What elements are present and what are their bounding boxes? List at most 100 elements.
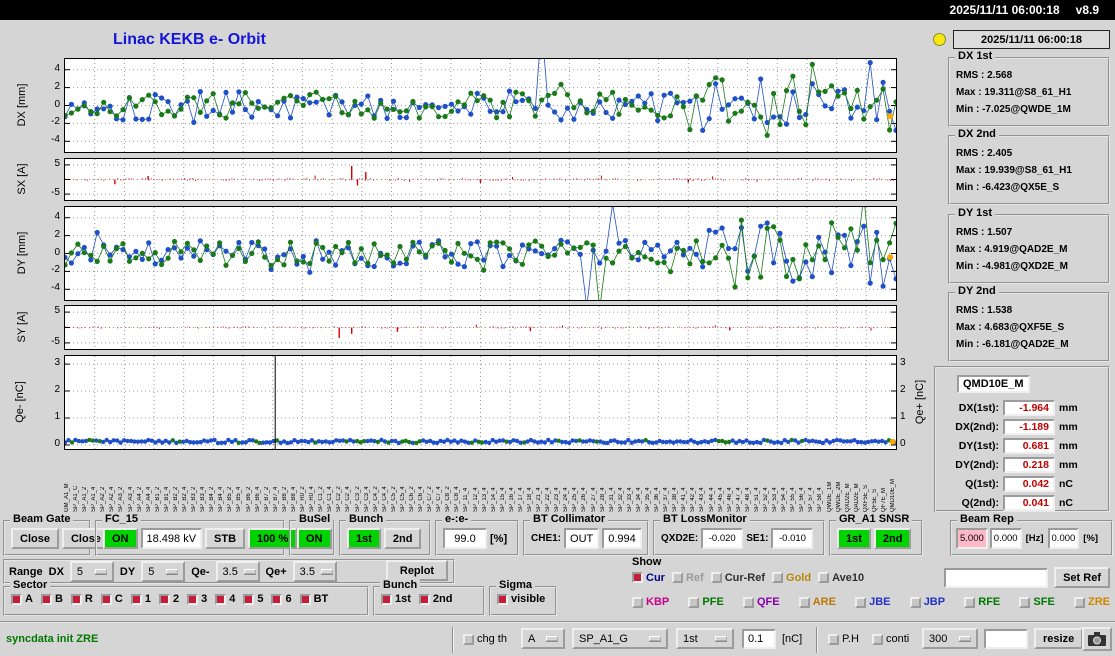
checkbox[interactable]: [158, 593, 170, 605]
sigma-toggle-visible[interactable]: visible: [497, 593, 545, 605]
resize-button[interactable]: resize: [1034, 628, 1084, 649]
sector-toggle-5[interactable]: 5: [243, 593, 263, 605]
checkbox[interactable]: [688, 596, 700, 608]
selected-value: A: [528, 632, 536, 645]
checkbox[interactable]: [187, 593, 199, 605]
show-toggle-cur-ref[interactable]: Cur-Ref: [710, 572, 765, 584]
busel-on-button[interactable]: ON: [297, 528, 332, 549]
show-toggle-gold[interactable]: Gold: [772, 572, 811, 584]
show-toggle-kbp[interactable]: KBP: [632, 596, 669, 608]
checkbox[interactable]: [742, 596, 754, 608]
range-select-dy[interactable]: 5: [141, 561, 186, 582]
checkbox[interactable]: [215, 593, 227, 605]
checkbox[interactable]: [798, 596, 810, 608]
status-indicator-light: [933, 33, 946, 46]
bt-collimator-extra-value: 0.994: [602, 528, 642, 549]
fc15-on-button[interactable]: ON: [103, 528, 138, 549]
sector-select[interactable]: A: [521, 628, 565, 649]
sector-toggle-6[interactable]: 6: [271, 593, 292, 605]
checkbox[interactable]: [818, 572, 830, 583]
conti-toggle[interactable]: conti: [872, 633, 909, 645]
checkbox[interactable]: [100, 593, 112, 605]
checkbox[interactable]: [872, 633, 883, 645]
bunch-select[interactable]: 1st: [676, 628, 734, 649]
sector-toggle-a[interactable]: A: [11, 593, 33, 605]
range-select-qe-[interactable]: 3.5: [215, 561, 260, 582]
checkbox[interactable]: [671, 572, 683, 583]
show-toggle-qfe[interactable]: QFE: [742, 596, 780, 608]
threshold-input[interactable]: [742, 629, 776, 649]
interval-select[interactable]: 300: [922, 628, 978, 649]
x-axis-label: SP_12_4: [472, 487, 479, 512]
bunch-toggle-1st[interactable]: 1st: [381, 593, 411, 605]
checkbox[interactable]: [70, 593, 82, 605]
range-select-qe-[interactable]: 3.5: [292, 561, 337, 582]
ph-toggle[interactable]: P.H: [828, 633, 859, 645]
checkbox[interactable]: [130, 593, 142, 605]
range-select-dx[interactable]: 5: [69, 561, 114, 582]
extra-input[interactable]: [984, 629, 1028, 649]
show-toggle-sfe[interactable]: SFE: [1019, 596, 1055, 608]
show-toggle-pfe[interactable]: PFE: [688, 596, 724, 608]
checkbox[interactable]: [964, 596, 976, 608]
show-toggle-rfe[interactable]: RFE: [964, 596, 1000, 608]
bunch-2nd-button[interactable]: 2nd: [383, 528, 422, 549]
sector-toggle-b[interactable]: B: [40, 593, 63, 605]
gr-snsr-2nd-button[interactable]: 2nd: [873, 528, 912, 549]
checkbox[interactable]: [909, 596, 921, 608]
show-toggle-zre[interactable]: ZRE: [1073, 596, 1110, 608]
monitor-select[interactable]: SP_A1_G: [572, 628, 668, 649]
sector-toggle-c[interactable]: C: [100, 593, 123, 605]
checkbox[interactable]: [299, 593, 311, 605]
checkbox[interactable]: [418, 593, 430, 605]
checkbox[interactable]: [632, 596, 643, 608]
checkbox[interactable]: [855, 596, 867, 608]
bunch-1st-button[interactable]: 1st: [347, 528, 381, 549]
checkbox[interactable]: [828, 633, 839, 645]
checkbox[interactable]: [463, 633, 474, 645]
sector-toggle-1[interactable]: 1: [130, 593, 151, 605]
show-toggle-jbe[interactable]: JBE: [855, 596, 891, 608]
show-toggle-cur[interactable]: Cur: [632, 572, 665, 584]
show-toggle-ave10[interactable]: Ave10: [818, 572, 864, 584]
checkbox-label: 2: [172, 593, 180, 605]
checkbox[interactable]: [497, 593, 508, 605]
show-toggle-ref[interactable]: Ref: [671, 572, 704, 584]
screenshot-button[interactable]: [1082, 627, 1112, 651]
bunch-toggle-2nd[interactable]: 2nd: [418, 593, 452, 605]
sector-toggle-2[interactable]: 2: [158, 593, 180, 605]
checkbox[interactable]: [243, 593, 255, 605]
range-axis-label-qe-: Qe+: [265, 565, 287, 578]
x-axis-label: SP_48_4: [744, 487, 751, 512]
ee-ratio-group-label: e-:e-: [442, 513, 472, 525]
sector-toggle-3[interactable]: 3: [187, 593, 207, 605]
checkbox[interactable]: [271, 593, 283, 605]
stat-box-dy-2nd: DY 2nd RMS : 1.538 Max : 4.683@QXF5E_S M…: [948, 285, 1110, 362]
checkbox[interactable]: [632, 572, 643, 583]
ref-name-input[interactable]: [944, 567, 1049, 588]
gr-snsr-1st-button[interactable]: 1st: [837, 528, 871, 549]
checkbox[interactable]: [1019, 596, 1031, 608]
checkbox[interactable]: [381, 593, 392, 605]
x-axis-label: SP_55_4: [790, 487, 797, 512]
checkbox[interactable]: [1073, 596, 1085, 608]
bunch-select-group: Bunch 1st 2nd: [373, 579, 485, 616]
sector-toggle-bt[interactable]: BT: [299, 593, 328, 605]
checkbox[interactable]: [40, 593, 52, 605]
checkbox[interactable]: [710, 572, 722, 583]
x-axis-label: SP_24_4: [563, 487, 570, 512]
sector-toggle-r[interactable]: R: [70, 593, 93, 605]
show-toggle-are[interactable]: ARE: [798, 596, 836, 608]
set-ref-button[interactable]: Set Ref: [1054, 567, 1110, 588]
replot-button[interactable]: Replot: [386, 560, 448, 581]
sector-toggle-4[interactable]: 4: [215, 593, 235, 605]
beam-gate-close-button-1[interactable]: Close: [11, 528, 59, 549]
checkbox[interactable]: [772, 572, 784, 583]
fc15-stb-button[interactable]: STB: [205, 528, 246, 549]
show-toggle-jbp[interactable]: JBP: [909, 596, 945, 608]
x-axis-label: SP_14_4: [490, 487, 497, 512]
checkbox[interactable]: [11, 593, 22, 605]
x-axis-label: SP_B1_4: [163, 486, 170, 512]
x-axis-label: SP_B7_2: [263, 486, 270, 512]
chg-th-toggle[interactable]: chg th: [463, 633, 507, 645]
